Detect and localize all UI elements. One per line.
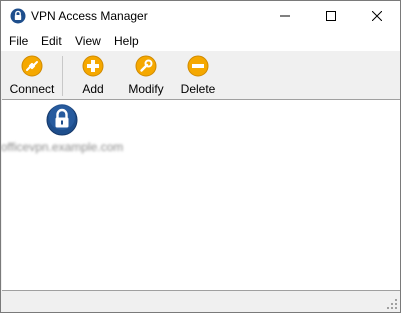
close-button[interactable]	[354, 1, 400, 31]
toolbar-separator	[62, 56, 63, 96]
add-label: Add	[82, 82, 104, 96]
maximize-button[interactable]	[308, 1, 354, 31]
delete-button[interactable]: Delete	[177, 55, 219, 97]
minus-icon	[187, 55, 209, 77]
status-bar	[1, 291, 400, 312]
connection-item[interactable]: officevpn.example.com	[1, 104, 123, 154]
add-button[interactable]: Add	[75, 55, 111, 97]
delete-label: Delete	[180, 82, 216, 96]
menu-file[interactable]: File	[9, 34, 28, 48]
plus-icon	[82, 55, 104, 77]
minimize-icon	[280, 15, 290, 17]
maximize-icon	[326, 11, 336, 21]
minimize-button[interactable]	[262, 1, 308, 31]
title-bar[interactable]: VPN Access Manager	[1, 1, 400, 31]
resize-grip-icon[interactable]	[386, 298, 398, 310]
app-window: VPN Access Manager File Edit View Help C…	[0, 0, 401, 313]
menu-bar: File Edit View Help	[1, 31, 400, 51]
menu-help[interactable]: Help	[114, 34, 139, 48]
wrench-icon	[135, 55, 157, 77]
connection-name: officevpn.example.com	[0, 140, 124, 154]
window-title: VPN Access Manager	[31, 9, 148, 23]
close-icon	[372, 11, 382, 21]
modify-label: Modify	[128, 82, 164, 96]
menu-edit[interactable]: Edit	[41, 34, 62, 48]
connect-button[interactable]: Connect	[8, 55, 56, 97]
app-lock-icon	[10, 8, 26, 24]
modify-button[interactable]: Modify	[123, 55, 169, 97]
menu-view[interactable]: View	[75, 34, 101, 48]
toolbar: Connect Add Modify Delete	[1, 52, 400, 99]
connect-icon	[21, 55, 43, 77]
connection-list[interactable]: officevpn.example.com	[1, 99, 400, 291]
lock-icon	[46, 104, 78, 136]
connect-label: Connect	[9, 82, 55, 96]
